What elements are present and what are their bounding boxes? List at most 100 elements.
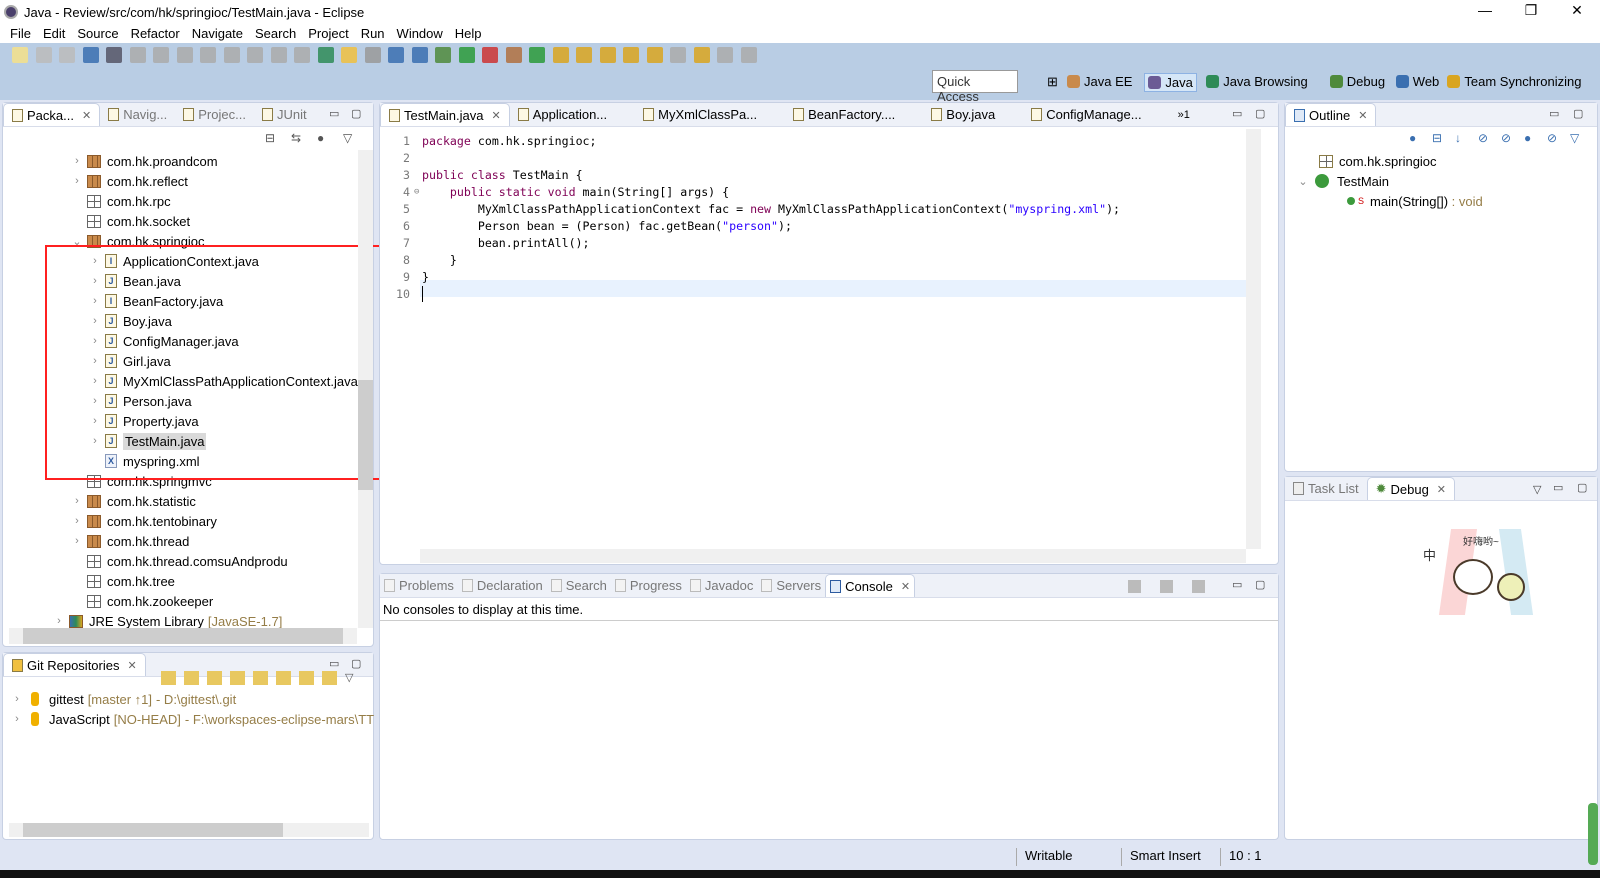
outline-method[interactable]: Smain(String[]) : void — [1347, 191, 1483, 211]
menu-project[interactable]: Project — [308, 26, 348, 41]
perspective-java[interactable]: Java — [1144, 73, 1197, 92]
toolbar-button-icon[interactable] — [693, 47, 710, 63]
tree-item[interactable]: com.hk.thread.comsuAndprodu — [71, 551, 288, 571]
hide-nonpublic-icon[interactable]: ● — [1524, 131, 1531, 145]
maximize-view-button[interactable]: ▢ — [351, 107, 361, 120]
tree-item[interactable]: com.hk.zookeeper — [71, 591, 213, 611]
chevron-right-icon[interactable]: › — [53, 615, 65, 627]
toolbar-button-icon[interactable] — [482, 47, 498, 63]
tab-console[interactable]: Console ✕ — [825, 574, 916, 597]
link-icon[interactable] — [276, 671, 291, 685]
maximize-view-button[interactable]: ▢ — [351, 657, 361, 670]
menu-help[interactable]: Help — [455, 26, 482, 41]
editor-tab[interactable]: BeanFactory.... — [785, 103, 903, 126]
toolbar-button-icon[interactable] — [505, 47, 522, 63]
toolbar-button-icon[interactable] — [623, 47, 639, 63]
tab-problems[interactable]: Problems — [380, 574, 458, 597]
tab-junit[interactable]: JUnit — [254, 103, 315, 126]
chevron-right-icon[interactable]: › — [11, 713, 23, 725]
filter-icon[interactable]: ● — [317, 131, 324, 145]
tab-servers[interactable]: Servers — [757, 574, 825, 597]
minimize-view-button[interactable]: ▭ — [329, 107, 339, 120]
toolbar-button-icon[interactable] — [153, 47, 169, 63]
view-menu-icon[interactable]: ▽ — [1570, 131, 1579, 145]
tab-search[interactable]: Search — [547, 574, 611, 597]
hierarchy-icon[interactable] — [299, 671, 314, 685]
toolbar-button-icon[interactable] — [740, 47, 757, 63]
chevron-right-icon[interactable]: › — [71, 155, 83, 167]
toolbar-button-icon[interactable] — [670, 47, 686, 63]
tab-debug[interactable]: ✹ Debug ✕ — [1366, 477, 1456, 500]
chevron-down-icon[interactable]: ⌄ — [1297, 175, 1309, 188]
collapse-all-icon[interactable]: ⊟ — [265, 131, 275, 145]
tree-item[interactable]: com.hk.socket — [71, 211, 190, 231]
tab-packa[interactable]: Packa... ✕ — [3, 103, 101, 126]
toolbar-button-icon[interactable] — [529, 47, 545, 63]
git-repo-item[interactable]: › gittest [master ↑1] - D:\gittest\.git — [11, 689, 236, 709]
toolbar-button-icon[interactable] — [200, 47, 216, 63]
toolbar-button-icon[interactable] — [717, 47, 733, 63]
chevron-right-icon[interactable]: › — [11, 693, 23, 705]
toolbar-button-icon[interactable] — [646, 47, 663, 63]
menu-search[interactable]: Search — [255, 26, 296, 41]
display-console-icon[interactable] — [1160, 580, 1173, 593]
menu-source[interactable]: Source — [77, 26, 118, 41]
pin-console-icon[interactable] — [1128, 580, 1141, 593]
minimize-view-button[interactable]: ▭ — [329, 657, 339, 670]
tab-progress[interactable]: Progress — [611, 574, 686, 597]
editor-horizontal-scrollbar[interactable] — [420, 549, 1246, 563]
add-repo-icon[interactable] — [207, 671, 222, 685]
minimize-view-button[interactable]: ▭ — [1553, 481, 1563, 494]
maximize-view-button[interactable]: ▢ — [1577, 481, 1587, 494]
editor-tab[interactable]: Application... — [510, 103, 615, 126]
hide-local-types-icon[interactable]: ⊘ — [1547, 131, 1557, 145]
editor-vertical-scrollbar[interactable] — [1246, 129, 1261, 549]
tree-item[interactable]: › com.hk.reflect — [71, 171, 188, 191]
toolbar-button-icon[interactable] — [59, 47, 75, 63]
hide-static-icon[interactable]: ⊘ — [1501, 131, 1511, 145]
hide-fields-icon[interactable]: ⊘ — [1478, 131, 1488, 145]
open-console-icon[interactable] — [1192, 580, 1205, 593]
horizontal-scrollbar[interactable] — [9, 823, 369, 837]
toolbar-button-icon[interactable] — [12, 47, 28, 63]
close-tab-icon[interactable]: ✕ — [901, 580, 910, 593]
view-menu-icon[interactable]: ▽ — [343, 131, 352, 145]
toolbar-button-icon[interactable] — [599, 47, 616, 63]
editor-tab[interactable]: MyXmlClassPa... — [635, 103, 765, 126]
tab-declaration[interactable]: Declaration — [458, 574, 547, 597]
toolbar-button-icon[interactable] — [411, 47, 428, 63]
sort-icon[interactable]: ↓ — [1455, 131, 1461, 145]
link-editor-icon[interactable]: ⇆ — [291, 131, 301, 145]
maximize-button[interactable]: ❐ — [1508, 2, 1554, 19]
toolbar-button-icon[interactable] — [223, 47, 240, 63]
menu-run[interactable]: Run — [361, 26, 385, 41]
tab-projec[interactable]: Projec... — [175, 103, 254, 126]
toolbar-button-icon[interactable] — [576, 47, 592, 63]
git-repo-item[interactable]: › JavaScript [NO-HEAD] - F:\workspaces-ecli… — [11, 709, 374, 729]
menu-refactor[interactable]: Refactor — [131, 26, 180, 41]
close-tab-icon[interactable]: ✕ — [82, 109, 91, 122]
vertical-scrollbar[interactable] — [358, 150, 373, 628]
toolbar-button-icon[interactable] — [106, 47, 122, 63]
toolbar-button-icon[interactable] — [176, 47, 193, 63]
tab-outline[interactable]: Outline ✕ — [1285, 103, 1377, 126]
outline-class[interactable]: ⌄ TestMain — [1297, 171, 1389, 191]
editor-tab[interactable]: TestMain.java ✕ — [380, 103, 510, 126]
toolbar-button-icon[interactable] — [317, 47, 334, 63]
toolbar-button-icon[interactable] — [294, 47, 310, 63]
tree-item[interactable]: com.hk.tree — [71, 571, 175, 591]
tree-item[interactable]: › com.hk.tentobinary — [71, 511, 217, 531]
perspective-web[interactable]: Web — [1393, 73, 1443, 90]
perspective-java-ee[interactable]: Java EE — [1064, 73, 1135, 90]
perspective-team-synchronizing[interactable]: Team Synchronizing — [1444, 73, 1584, 90]
minimize-button[interactable]: — — [1462, 2, 1508, 18]
tree-item[interactable]: › com.hk.thread — [71, 531, 189, 551]
close-tab-icon[interactable]: ✕ — [1437, 483, 1446, 496]
minimize-editor-button[interactable]: ▭ — [1232, 107, 1242, 120]
fold-icon[interactable]: ⊖ — [414, 184, 419, 201]
close-tab-icon[interactable]: ✕ — [491, 109, 500, 122]
tab-javadoc[interactable]: Javadoc — [686, 574, 757, 597]
minimize-view-button[interactable]: ▭ — [1232, 578, 1242, 591]
tree-item[interactable]: › com.hk.proandcom — [71, 151, 217, 171]
toolbar-button-icon[interactable] — [129, 47, 146, 63]
